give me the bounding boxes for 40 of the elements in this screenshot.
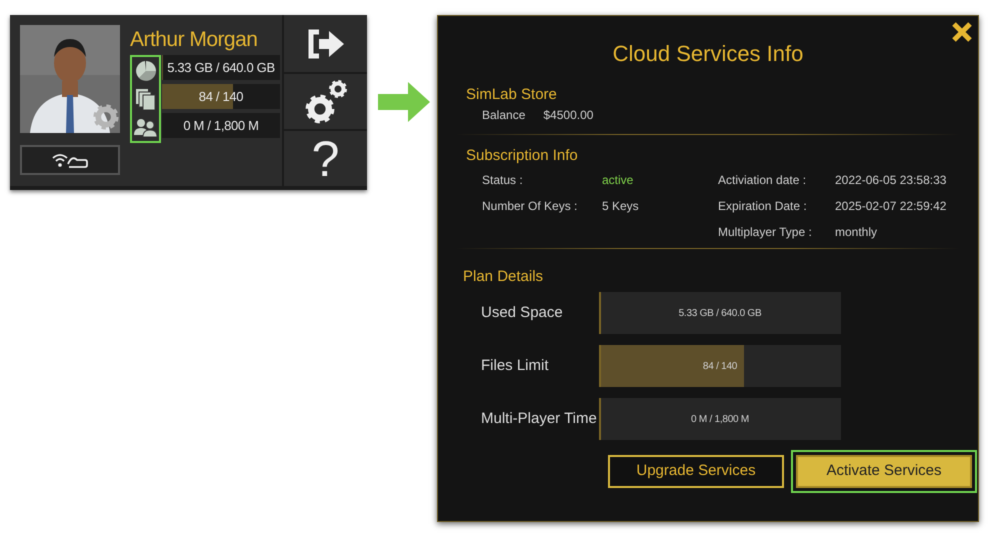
meter-text: 84 / 140: [198, 88, 244, 106]
logout-button[interactable]: [284, 15, 367, 72]
meter-text: 5.33 GB / 640.0 GB: [678, 306, 762, 320]
activate-button[interactable]: Activate Services: [796, 455, 972, 488]
status-value: active: [602, 172, 634, 188]
meter-text: 84 / 140: [702, 360, 738, 374]
meter-label: Files Limit: [480, 356, 550, 376]
upgrade-button[interactable]: Upgrade Services: [608, 455, 784, 488]
user-name: Arthur Morgan: [130, 27, 258, 53]
settings-button[interactable]: [284, 72, 367, 129]
wifi-icon: [51, 152, 89, 168]
field-label: Activiation date :: [718, 172, 808, 188]
field-label: Number Of Keys :: [482, 198, 578, 214]
section-heading: Plan Details: [463, 267, 544, 287]
meter-text: 0 M / 1,800 M: [691, 412, 749, 426]
field-value: $4500.00: [543, 107, 594, 123]
close-icon: [951, 21, 973, 43]
meter-text: 5.33 GB / 640.0 GB: [167, 58, 275, 77]
connection-button[interactable]: [20, 145, 120, 175]
field-value: 5 Keys: [602, 198, 639, 214]
logout-icon: [306, 28, 344, 58]
field-value: 2022-06-05 23:58:33: [835, 172, 946, 188]
field-value: 2025-02-07 22:59:42: [835, 198, 946, 214]
people-icon: [134, 117, 158, 137]
files-icon: [134, 88, 156, 110]
dialog-title: Cloud Services Info: [612, 40, 804, 68]
field-label: Multiplayer Type :: [718, 224, 813, 240]
section-heading: Subscription Info: [466, 146, 579, 166]
field-label: Expiration Date :: [718, 198, 808, 214]
field-value: monthly: [835, 224, 878, 240]
field-label: Status :: [482, 172, 524, 188]
meter-label: Used Space: [480, 302, 564, 323]
meter-label: Multi-Player Time: [480, 408, 598, 429]
arrow-icon: [378, 82, 430, 122]
meter-text: 0 M / 1,800 M: [183, 116, 259, 135]
help-button[interactable]: ?: [284, 129, 367, 186]
field-label: Balance: [482, 107, 526, 123]
pie-chart-icon: [134, 60, 156, 82]
gear-icon: [92, 103, 120, 131]
section-heading: SimLab Store: [466, 85, 558, 105]
